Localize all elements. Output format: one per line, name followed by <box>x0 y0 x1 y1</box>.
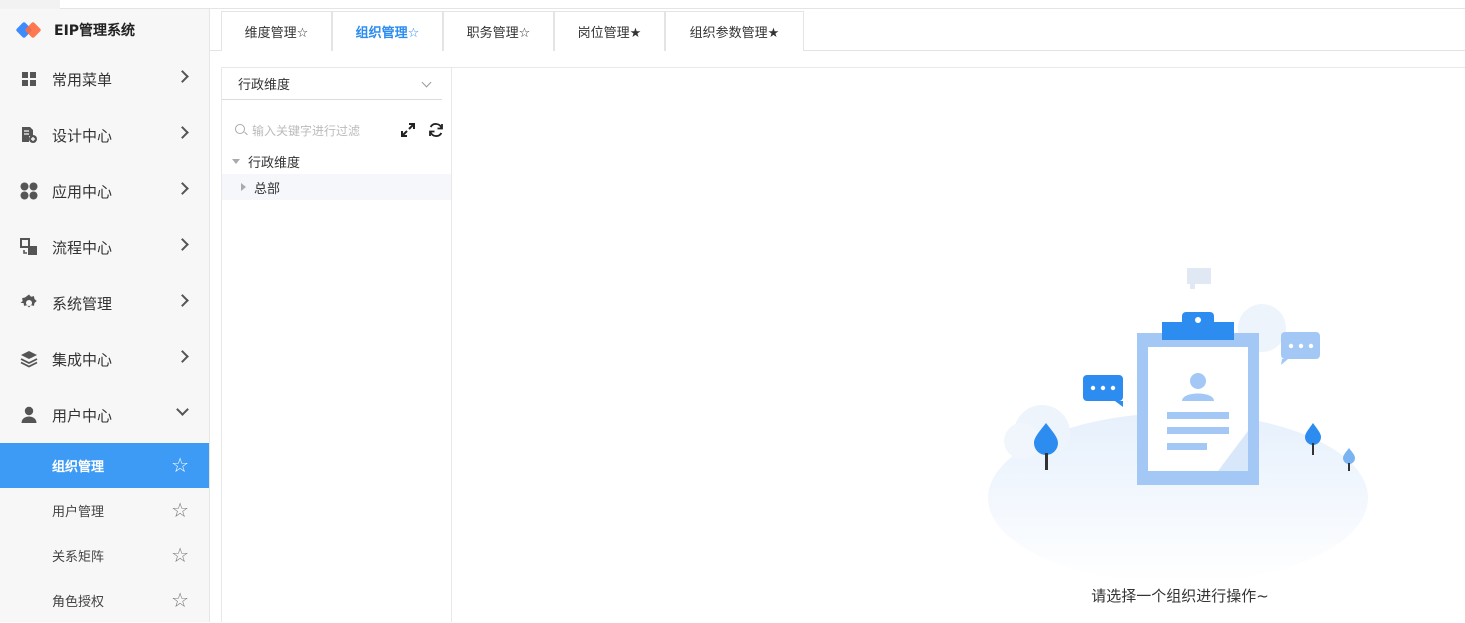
sidebar-item-common-menu[interactable]: 常用菜单 <box>0 51 209 107</box>
sidebar-item-design-center[interactable]: 设计中心 <box>0 107 209 163</box>
tab-dimension-management[interactable]: 维度管理☆ <box>221 11 332 51</box>
sidebar-subitem-relation-matrix[interactable]: 关系矩阵 ☆ <box>0 533 209 578</box>
sidebar-subitem-org-management[interactable]: 组织管理 ☆ <box>0 443 209 488</box>
empty-state-illustration <box>982 263 1382 583</box>
design-doc-icon <box>20 126 38 144</box>
grid-icon <box>20 70 38 88</box>
empty-state-message: 请选择一个组织进行操作~ <box>1091 587 1269 605</box>
tab-duty-management[interactable]: 职务管理☆ <box>443 11 554 51</box>
sidebar-item-label: 集成中心 <box>52 350 113 369</box>
star-icon[interactable]: ☆ <box>171 455 189 475</box>
top-strip-segment <box>0 0 60 9</box>
app-logo-icon <box>15 21 42 39</box>
tree-node-label: 行政维度 <box>248 155 301 171</box>
sidebar-item-system-management[interactable]: 系统管理 <box>0 275 209 331</box>
sidebar-item-app-center[interactable]: 应用中心 <box>0 163 209 219</box>
app-title: EIP管理系统 <box>54 23 136 39</box>
search-icon <box>235 124 245 134</box>
brand[interactable]: EIP管理系统 <box>0 9 209 51</box>
caret-down-icon[interactable] <box>232 158 240 164</box>
sidebar-item-label: 流程中心 <box>52 238 113 257</box>
chevron-down-icon <box>421 77 432 88</box>
sidebar: EIP管理系统 常用菜单 设计中心 应用中心 流程中心 系统管理 集成中心 用户… <box>0 9 210 622</box>
expand-icon[interactable] <box>400 122 416 138</box>
flow-icon <box>20 238 38 256</box>
tab-org-param-management[interactable]: 组织参数管理★ <box>665 11 804 51</box>
tree-node[interactable]: 行政维度 <box>222 148 451 174</box>
chevron-right-icon <box>176 182 189 195</box>
top-strip <box>0 0 1465 9</box>
sidebar-item-integration-center[interactable]: 集成中心 <box>0 331 209 387</box>
content-area: 请选择一个组织进行操作~ <box>452 67 1465 622</box>
sidebar-item-label: 应用中心 <box>52 182 113 201</box>
tree-filter <box>222 116 451 146</box>
star-icon[interactable]: ☆ <box>171 590 189 610</box>
star-icon[interactable]: ☆ <box>171 500 189 520</box>
tab-bar: 维度管理☆ 组织管理☆ 职务管理☆ 岗位管理★ 组织参数管理★ <box>210 9 1465 51</box>
chevron-down-icon <box>176 403 189 416</box>
tree-node-label: 总部 <box>254 181 281 197</box>
dimension-select-value: 行政维度 <box>238 78 291 93</box>
chevron-right-icon <box>176 238 189 251</box>
chevron-right-icon <box>176 70 189 83</box>
sidebar-subitem-label: 角色授权 <box>52 595 105 610</box>
star-icon[interactable]: ☆ <box>171 545 189 565</box>
gear-icon <box>20 294 38 312</box>
refresh-icon[interactable] <box>428 122 444 138</box>
sidebar-subitem-label: 组织管理 <box>52 460 105 475</box>
tab-org-management[interactable]: 组织管理☆ <box>332 11 443 51</box>
sidebar-item-label: 系统管理 <box>52 294 113 313</box>
tree-filter-input[interactable] <box>252 120 392 142</box>
dimension-select[interactable]: 行政维度 <box>222 68 442 100</box>
sidebar-item-label: 常用菜单 <box>52 70 113 89</box>
apps-icon <box>20 182 38 200</box>
chevron-right-icon <box>176 350 189 363</box>
layers-icon <box>20 350 38 368</box>
chevron-right-icon <box>176 294 189 307</box>
sidebar-item-label: 用户中心 <box>52 406 113 425</box>
sidebar-subitem-user-management[interactable]: 用户管理 ☆ <box>0 488 209 533</box>
user-icon <box>20 406 38 424</box>
tab-post-management[interactable]: 岗位管理★ <box>554 11 665 51</box>
chevron-right-icon <box>176 126 189 139</box>
sidebar-subitem-label: 关系矩阵 <box>52 550 105 565</box>
tree-node[interactable]: 总部 <box>222 174 451 200</box>
caret-right-icon[interactable] <box>241 183 246 191</box>
sidebar-item-flow-center[interactable]: 流程中心 <box>0 219 209 275</box>
sidebar-subitem-label: 用户管理 <box>52 505 105 520</box>
sidebar-item-user-center[interactable]: 用户中心 <box>0 387 209 443</box>
org-tree-panel: 行政维度 行政维度 总部 <box>221 67 452 622</box>
sidebar-item-label: 设计中心 <box>52 126 113 145</box>
sidebar-subitem-role-authorization[interactable]: 角色授权 ☆ <box>0 578 209 623</box>
